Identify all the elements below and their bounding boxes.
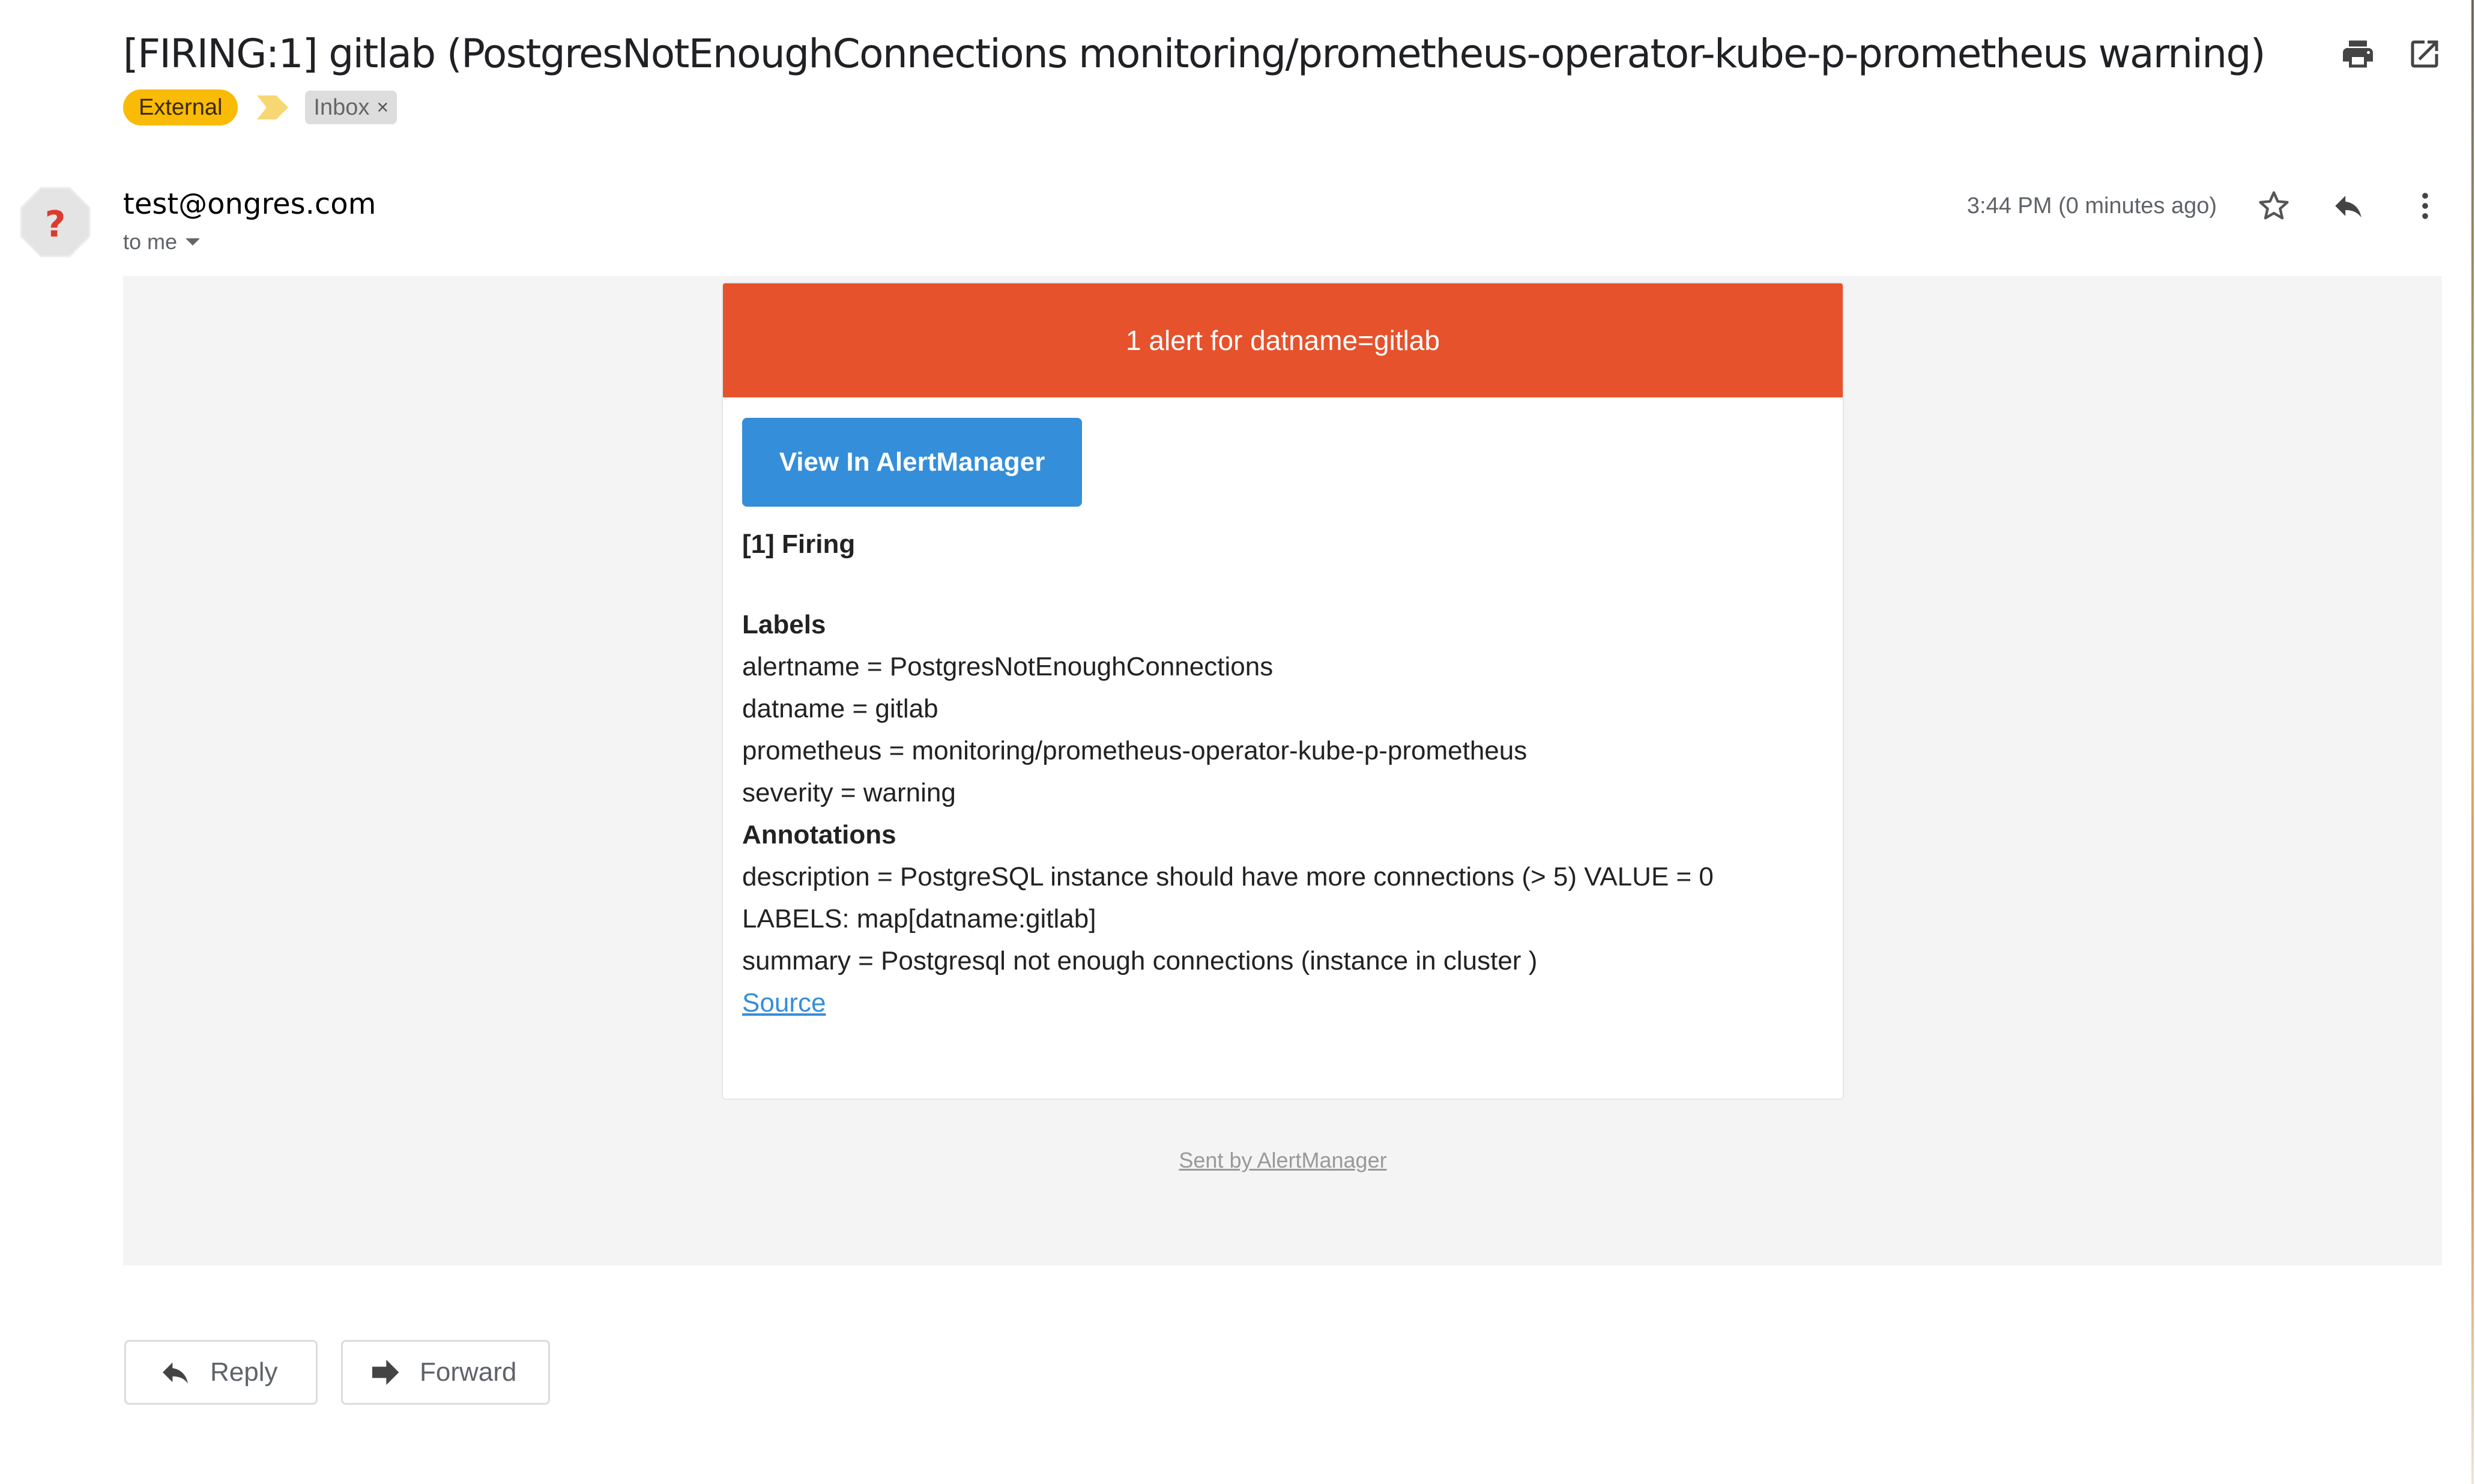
label-line: datname = gitlab xyxy=(742,694,938,723)
reply-icon xyxy=(2335,196,2362,218)
label-chip-inbox-text: Inbox xyxy=(313,95,370,120)
label-line: alertname = PostgresNotEnoughConnections xyxy=(742,652,1274,681)
alert-details: [1] Firing Labels alertname = PostgresNo… xyxy=(742,523,1824,1024)
star-icon xyxy=(2259,191,2289,220)
email-timestamp: 3:44 PM (0 minutes ago) xyxy=(1966,193,2217,219)
view-in-alertmanager-button[interactable]: View In AlertManager xyxy=(742,418,1082,507)
label-chips: External Inbox × xyxy=(123,89,397,126)
chevron-down-icon xyxy=(186,238,201,246)
print-icon xyxy=(2343,40,2373,68)
open-in-new-window-button[interactable] xyxy=(2407,36,2443,72)
more-vert-icon xyxy=(2422,193,2428,219)
email-subject: [FIRING:1] gitlab (PostgresNotEnoughConn… xyxy=(123,31,2266,77)
footer: Sent by AlertManager xyxy=(722,1145,1844,1175)
label-chip-external[interactable]: External xyxy=(123,89,238,125)
alert-card-header: 1 alert for datname=gitlab xyxy=(723,283,1843,397)
reply-icon xyxy=(163,1362,188,1384)
sent-by-alertmanager-link[interactable]: Sent by AlertManager xyxy=(1179,1148,1386,1172)
annotation-line: description = PostgreSQL instance should… xyxy=(742,862,1714,934)
star-button[interactable] xyxy=(2253,185,2295,227)
forward-button[interactable]: Forward xyxy=(341,1340,550,1405)
firing-title: [1] Firing xyxy=(742,529,856,559)
reply-button-header[interactable] xyxy=(2327,185,2369,227)
annotations-title: Annotations xyxy=(742,820,896,849)
alert-card: 1 alert for datname=gitlab View In Alert… xyxy=(722,282,1844,1100)
remove-label-icon[interactable]: × xyxy=(376,91,388,124)
label-line: severity = warning xyxy=(742,778,956,807)
labels-title: Labels xyxy=(742,610,826,639)
print-all-button[interactable] xyxy=(2340,36,2376,72)
forward-icon xyxy=(372,1360,399,1385)
reply-label: Reply xyxy=(210,1357,278,1387)
label-chip-inbox[interactable]: Inbox × xyxy=(305,91,397,124)
open-in-new-icon xyxy=(2411,40,2438,68)
recipient-details-toggle[interactable]: to me xyxy=(123,227,201,257)
more-options-button[interactable] xyxy=(2404,185,2446,227)
forward-label: Forward xyxy=(420,1357,517,1387)
annotation-line: summary = Postgresql not enough connecti… xyxy=(742,946,1538,976)
reply-button[interactable]: Reply xyxy=(124,1340,318,1405)
avatar-glyph: ? xyxy=(45,204,66,246)
source-link[interactable]: Source xyxy=(742,988,826,1018)
recipient-line: to me xyxy=(123,229,178,254)
label-line: prometheus = monitoring/prometheus-opera… xyxy=(742,736,1528,765)
window-edge xyxy=(2471,0,2474,1484)
important-marker-icon[interactable] xyxy=(257,95,289,119)
sender-address[interactable]: test@ongres.com xyxy=(123,185,376,223)
sender-avatar[interactable]: ? xyxy=(19,186,91,258)
